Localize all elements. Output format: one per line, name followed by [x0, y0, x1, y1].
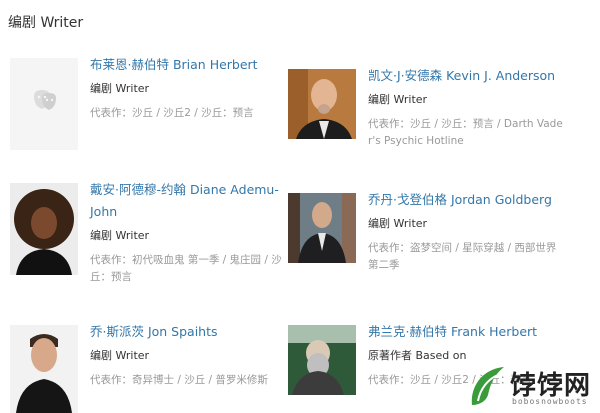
person-works: 代表作：初代吸血鬼 第一季 / 鬼庄园 / 沙丘：预言	[90, 252, 286, 286]
portrait-image	[10, 183, 78, 275]
person-name-link[interactable]: 乔丹·戈登伯格 Jordan Goldberg	[368, 189, 564, 211]
watermark-subtext: bobosnowboots	[512, 397, 588, 406]
person-info: 凯文·J·安德森 Kevin J. Anderson 编剧 Writer 代表作…	[368, 68, 564, 150]
watermark-logo-icon	[471, 367, 504, 405]
works-label: 代表作：	[90, 254, 132, 266]
person-photo[interactable]	[288, 325, 356, 395]
person-photo[interactable]	[10, 183, 78, 275]
placeholder-photo[interactable]	[10, 58, 78, 150]
portrait-image	[10, 325, 78, 413]
person-name-link[interactable]: 布莱恩·赫伯特 Brian Herbert	[90, 54, 286, 76]
person-works: 代表作：沙丘 / 沙丘：预言 / Darth Vader's Psychic H…	[368, 116, 564, 150]
masks-icon	[34, 90, 56, 110]
person-works: 代表作：奇异博士 / 沙丘 / 普罗米修斯	[90, 372, 286, 389]
portrait-image	[288, 325, 356, 395]
person-info: 布莱恩·赫伯特 Brian Herbert 编剧 Writer 代表作：沙丘 /…	[90, 57, 286, 122]
person-photo[interactable]	[288, 193, 356, 263]
person-works: 代表作：盗梦空间 / 星际穿越 / 西部世界 第二季	[368, 240, 564, 274]
person-name-link[interactable]: 凯文·J·安德森 Kevin J. Anderson	[368, 65, 564, 87]
person-info: 乔丹·戈登伯格 Jordan Goldberg 编剧 Writer 代表作：盗梦…	[368, 192, 564, 274]
works-list[interactable]: 奇异博士 / 沙丘 / 普罗米修斯	[132, 374, 268, 386]
person-role: 编剧 Writer	[90, 229, 150, 242]
works-label: 代表作：	[368, 242, 410, 254]
works-label: 代表作：	[368, 374, 410, 386]
person-works: 代表作：沙丘 / 沙丘2 / 沙丘：预言	[90, 105, 286, 122]
person-name-link[interactable]: 戴安·阿德穆-约翰 Diane Ademu-John	[90, 179, 286, 223]
works-list[interactable]: 沙丘 / 沙丘2 / 沙丘：预言	[132, 107, 254, 119]
works-label: 代表作：	[90, 107, 132, 119]
person-photo[interactable]	[288, 69, 356, 139]
person-role: 编剧 Writer	[90, 82, 150, 95]
person-name-link[interactable]: 乔·斯派茨 Jon Spaihts	[90, 321, 286, 343]
person-role: 编剧 Writer	[90, 349, 150, 362]
person-info: 戴安·阿德穆-约翰 Diane Ademu-John 编剧 Writer 代表作…	[90, 182, 286, 286]
works-label: 代表作：	[368, 118, 410, 130]
section-title: 编剧 Writer	[8, 15, 84, 31]
portrait-image	[288, 193, 356, 263]
site-watermark: 饽饽网 bobosnowboots	[464, 361, 594, 411]
portrait-image	[288, 69, 356, 139]
person-role: 编剧 Writer	[368, 217, 428, 230]
person-role: 编剧 Writer	[368, 93, 428, 106]
works-label: 代表作：	[90, 374, 132, 386]
person-name-link[interactable]: 弗兰克·赫伯特 Frank Herbert	[368, 321, 564, 343]
person-photo[interactable]	[10, 325, 78, 413]
person-info: 乔·斯派茨 Jon Spaihts 编剧 Writer 代表作：奇异博士 / 沙…	[90, 324, 286, 389]
